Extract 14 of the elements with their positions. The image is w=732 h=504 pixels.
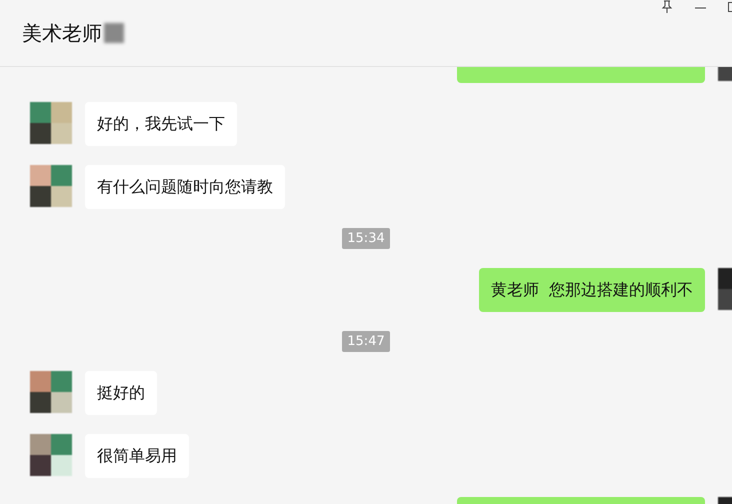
message-bubble: 好的，我先试一下 bbox=[85, 102, 237, 146]
message-bubble: 有什么问题随时向您请教 bbox=[85, 165, 285, 209]
avatar-placeholder[interactable] bbox=[30, 165, 72, 207]
timestamp: 15:34 bbox=[342, 228, 390, 249]
timestamp: 15:47 bbox=[342, 331, 390, 352]
avatar-placeholder[interactable] bbox=[30, 102, 72, 144]
avatar-placeholder[interactable] bbox=[30, 434, 72, 476]
message-bubble: 很简单易用 bbox=[85, 434, 189, 478]
window-title: 美术老师 bbox=[22, 20, 102, 46]
redacted-block bbox=[104, 23, 124, 43]
pin-icon[interactable] bbox=[661, 0, 673, 14]
message-bubble: 挺好的 bbox=[85, 371, 157, 415]
message-bubble: 黄老师 您那边搭建的顺利不 bbox=[478, 268, 705, 312]
avatar-placeholder[interactable] bbox=[30, 371, 72, 413]
